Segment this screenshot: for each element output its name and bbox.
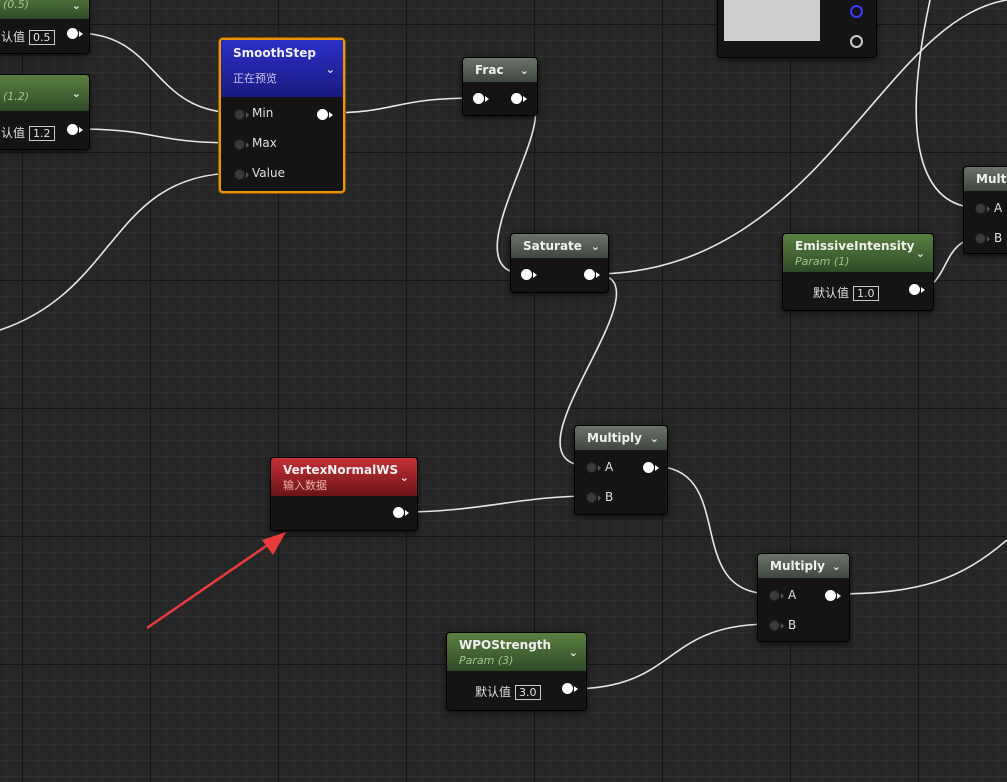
default-value-field[interactable]: 3.0	[515, 685, 541, 700]
output-pin[interactable]	[643, 462, 659, 473]
node-subtitle: Param (1)	[795, 255, 850, 268]
pin-label-min: Min	[252, 106, 274, 120]
default-value-field[interactable]: 1.2	[29, 126, 55, 141]
node-title: VertexNormalWS	[283, 463, 399, 477]
input-pin-a[interactable]	[975, 203, 990, 214]
preview-node[interactable]	[717, 0, 877, 58]
chevron-down-icon[interactable]: ⌄	[72, 0, 81, 14]
chevron-down-icon[interactable]: ⌄	[520, 63, 529, 79]
output-pin[interactable]	[562, 683, 578, 694]
default-value-field[interactable]: 0.5	[29, 30, 55, 45]
param-subtitle: (0.5)	[3, 0, 30, 11]
wire-param1-to-max	[75, 128, 239, 144]
pin-label-b: B	[994, 231, 1003, 245]
chevron-down-icon[interactable]: ⌄	[326, 62, 335, 78]
param-node-mid[interactable]: (1.2) ⌄ 认值 1.2	[0, 74, 90, 150]
wire-left-to-value	[0, 172, 239, 331]
output-pin[interactable]	[317, 109, 333, 120]
input-pin-b[interactable]	[586, 492, 601, 503]
output-pin[interactable]	[909, 284, 925, 295]
default-value-field[interactable]: 1.0	[853, 286, 879, 301]
node-title: Multiply	[587, 431, 642, 445]
output-pin[interactable]	[393, 507, 409, 518]
pin-label-max: Max	[252, 136, 277, 150]
input-pin[interactable]	[521, 269, 537, 280]
node-title: Frac	[475, 63, 504, 77]
node-subtitle: 输入数据	[283, 479, 327, 492]
multiply-node-right[interactable]: Multi A B	[963, 166, 1007, 254]
param-node-top[interactable]: (0.5) ⌄ 认值 0.5	[0, 0, 90, 54]
preview-image	[724, 0, 820, 41]
smoothstep-node[interactable]: SmoothStep 正在预览 ⌄ Min Max Value	[219, 38, 345, 193]
chevron-down-icon[interactable]: ⌄	[72, 86, 81, 102]
node-subtitle: 正在预览	[233, 72, 277, 85]
node-title: Multi	[976, 172, 1007, 186]
chevron-down-icon[interactable]: ⌄	[916, 246, 925, 262]
frac-node[interactable]: Frac ⌄	[462, 57, 538, 116]
output-pin[interactable]	[511, 93, 527, 104]
pin-label-b: B	[605, 490, 614, 504]
pin-label-a: A	[994, 201, 1003, 215]
default-value-label: 默认值	[475, 685, 512, 699]
node-title: SmoothStep	[233, 46, 317, 60]
output-pin[interactable]	[584, 269, 600, 280]
emissive-intensity-node[interactable]: EmissiveIntensity Param (1) ⌄ 默认值 1.0	[782, 233, 934, 311]
multiply-node-1[interactable]: Multiply ⌄ A B	[574, 425, 668, 515]
default-value-label: 默认值	[813, 286, 850, 300]
input-pin-a[interactable]	[586, 462, 601, 473]
wire-param0-to-min	[75, 32, 239, 114]
output-pin[interactable]	[67, 124, 83, 135]
default-value-label: 认值	[1, 30, 26, 44]
wpo-strength-node[interactable]: WPOStrength Param (3) ⌄ 默认值 3.0	[446, 632, 587, 711]
input-pin-min[interactable]	[234, 109, 249, 120]
pin-label-value: Value	[252, 166, 285, 180]
wire-vertex-to-multiply1	[401, 495, 591, 513]
chevron-down-icon[interactable]: ⌄	[400, 470, 409, 486]
multiply-node-2[interactable]: Multiply ⌄ A B	[757, 553, 850, 642]
chevron-down-icon[interactable]: ⌄	[650, 431, 659, 447]
pin-label-a: A	[605, 460, 614, 474]
input-pin-b[interactable]	[975, 233, 990, 244]
pin-label-b: B	[788, 618, 797, 632]
node-title: Saturate	[523, 239, 582, 253]
input-pin-a[interactable]	[769, 590, 784, 601]
node-subtitle: Param (3)	[459, 654, 514, 667]
input-pin-value[interactable]	[234, 169, 249, 180]
wire-multiply1-to-multiply2	[651, 465, 772, 595]
saturate-node[interactable]: Saturate ⌄	[510, 233, 609, 293]
input-pin-b[interactable]	[769, 620, 784, 631]
vertex-normal-ws-node[interactable]: VertexNormalWS 输入数据 ⌄	[270, 457, 418, 531]
node-title: EmissiveIntensity	[795, 239, 915, 253]
output-pin[interactable]	[825, 590, 841, 601]
chevron-down-icon[interactable]: ⌄	[569, 645, 578, 661]
output-ring-icon[interactable]	[850, 5, 863, 18]
chevron-down-icon[interactable]: ⌄	[832, 559, 841, 575]
wire-wpo-to-multiply2	[569, 623, 772, 690]
pin-label-a: A	[788, 588, 797, 602]
input-pin[interactable]	[473, 93, 489, 104]
default-value-label: 认值	[1, 126, 26, 140]
input-pin-max[interactable]	[234, 139, 249, 150]
output-ring-icon[interactable]	[850, 35, 863, 48]
wire-multiply2-out	[832, 539, 1007, 595]
node-title: Multiply	[770, 559, 825, 573]
node-title: WPOStrength	[459, 638, 552, 652]
wire-smoothstep-to-frac	[324, 97, 479, 114]
param-subtitle: (1.2)	[3, 90, 30, 103]
chevron-down-icon[interactable]: ⌄	[591, 239, 600, 255]
output-pin[interactable]	[67, 28, 83, 39]
